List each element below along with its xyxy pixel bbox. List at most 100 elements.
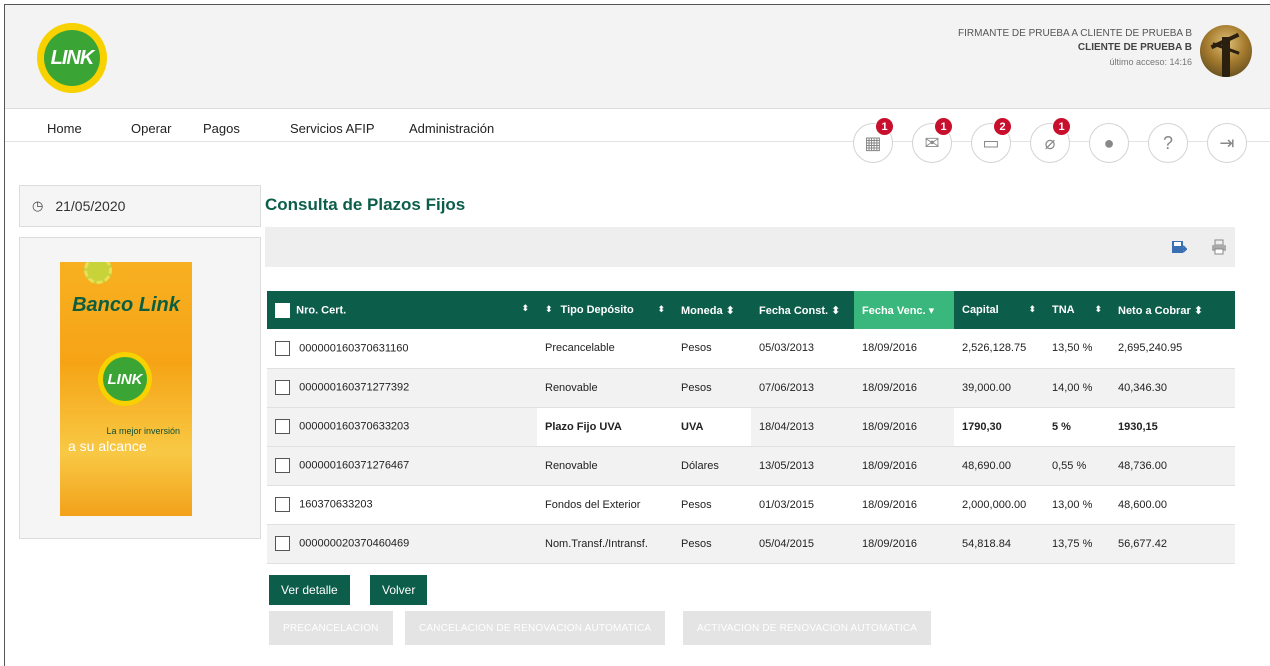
user-info: FIRMANTE DE PRUEBA A CLIENTE DE PRUEBA B… — [958, 27, 1192, 69]
precancelacion-button: PRECANCELACION — [269, 611, 393, 645]
help-icon[interactable]: ? — [1148, 123, 1188, 163]
cell-moneda: Dólares — [673, 446, 751, 486]
promo-brand: Banco Link — [72, 294, 180, 316]
cell-fecha-const: 01/03/2015 — [751, 485, 854, 525]
cell-text: 000000160370633203 — [299, 420, 410, 433]
sort-icon: ⬍ — [521, 302, 529, 313]
cell-cert: 000000160371277392 — [267, 368, 537, 408]
row-checkbox[interactable] — [275, 419, 290, 434]
calendar-badge: 1 — [875, 117, 894, 136]
user-icon-glyph: ● — [1103, 132, 1115, 153]
cell-text: 000000160371277392 — [299, 381, 410, 394]
col-fecha-venc[interactable]: Fecha Venc. ▾ — [854, 291, 954, 329]
cell-tna: 13,75 % — [1044, 524, 1110, 564]
cell-moneda: Pesos — [673, 368, 751, 408]
cell-tipo: Fondos del Exterior — [537, 485, 673, 525]
promo-banner[interactable]: Banco Link LINK La mejor inversión a su … — [60, 262, 192, 516]
promo-logo-text: LINK — [103, 357, 147, 401]
ver-detalle-button[interactable]: Ver detalle — [269, 575, 350, 605]
col-tna[interactable]: TNA ⬍ — [1044, 291, 1110, 329]
cell-neto: 40,346.30 — [1110, 368, 1235, 408]
link-logo-text: LINK — [44, 30, 100, 86]
page-title: Consulta de Plazos Fijos — [265, 195, 466, 214]
table-row[interactable]: 160370633203 Fondos del Exterior Pesos 0… — [267, 485, 1235, 525]
col-tipo-deposito[interactable]: ⬍ Tipo Depósito ⬍ — [537, 291, 673, 329]
calendar-icon[interactable]: ▦ 1 — [853, 117, 894, 163]
window-badge: 2 — [993, 117, 1012, 136]
main-nav: Home Operar Pagos Servicios AFIP Adminis… — [5, 109, 1270, 145]
cell-fecha-const: 07/06/2013 — [751, 368, 854, 408]
date-box: ◷ 21/05/2020 — [19, 185, 261, 227]
sort-icon: ⬍ — [1028, 304, 1036, 314]
col-label: TNA — [1052, 304, 1075, 316]
table-row[interactable]: 000000160371277392 Renovable Pesos 07/06… — [267, 368, 1235, 408]
cell-tipo: Nom.Transf./Intransf. — [537, 524, 673, 564]
current-date: 21/05/2020 — [55, 198, 126, 214]
save-export-icon[interactable] — [1169, 237, 1189, 257]
col-label: Nro. Cert. — [296, 303, 347, 316]
cell-moneda: Pesos — [673, 524, 751, 564]
calendar-icon-glyph: ▦ — [864, 132, 882, 153]
table-row[interactable]: 000000160371276467 Renovable Dólares 13/… — [267, 446, 1235, 486]
nav-administracion[interactable]: Administración — [409, 121, 494, 136]
mail-badge: 1 — [934, 117, 953, 136]
cell-fecha-const: 05/03/2013 — [751, 329, 854, 369]
cell-fecha-venc: 18/09/2016 — [854, 329, 954, 369]
col-fecha-const[interactable]: Fecha Const. ⬍ — [751, 291, 854, 329]
attachment-icon[interactable]: ⌀ 1 — [1030, 117, 1071, 163]
cell-fecha-venc: 18/09/2016 — [854, 368, 954, 408]
table-row[interactable]: 000000020370460469 Nom.Transf./Intransf.… — [267, 524, 1235, 564]
nav-operar[interactable]: Operar — [131, 121, 171, 136]
select-all-checkbox[interactable] — [275, 302, 290, 318]
user-icon[interactable]: ● — [1089, 123, 1129, 163]
print-icon[interactable] — [1209, 237, 1229, 257]
promo-logo: LINK — [98, 352, 152, 406]
sort-desc-icon: ▾ — [928, 304, 935, 317]
row-checkbox[interactable] — [275, 380, 290, 395]
deposits-table: Nro. Cert. ⬍ ⬍ Tipo Depósito ⬍ Moneda ⬍ Fec… — [267, 291, 1235, 564]
cell-cert: 000000160370631160 — [267, 329, 537, 369]
cell-cert: 000000160370633203 — [267, 407, 537, 447]
cell-neto: 56,677.42 — [1110, 524, 1235, 564]
col-nro-cert[interactable]: Nro. Cert. ⬍ — [267, 291, 537, 329]
promo-slogan-small: La mejor inversión — [106, 426, 180, 436]
help-icon-glyph: ? — [1162, 132, 1173, 153]
attachment-icon-glyph: ⌀ — [1044, 132, 1056, 153]
volver-button[interactable]: Volver — [370, 575, 428, 605]
cell-text: 000000160371276467 — [299, 459, 410, 472]
cell-cert: 000000020370460469 — [267, 524, 537, 564]
promo-panel: Banco Link LINK La mejor inversión a su … — [19, 237, 261, 539]
promo-slogan-large: a su alcance — [68, 438, 147, 454]
link-logo[interactable]: LINK — [37, 23, 107, 93]
row-checkbox[interactable] — [275, 497, 290, 512]
col-moneda[interactable]: Moneda ⬍ — [673, 291, 751, 329]
cell-neto: 48,600.00 — [1110, 485, 1235, 525]
cell-capital: 2,000,000.00 — [954, 485, 1044, 525]
table-row[interactable]: 000000160370633203 Plazo Fijo UVA UVA 18… — [267, 407, 1235, 447]
user-line: FIRMANTE DE PRUEBA A CLIENTE DE PRUEBA B — [958, 28, 1192, 39]
col-neto-cobrar[interactable]: Neto a Cobrar ⬍ — [1110, 291, 1235, 329]
window-icon[interactable]: ▭ 2 — [971, 117, 1012, 163]
row-checkbox[interactable] — [275, 340, 290, 356]
sort-icon: ⬍ — [657, 304, 665, 314]
cell-fecha-const: 05/04/2015 — [751, 524, 854, 564]
avatar[interactable] — [1200, 25, 1252, 77]
mail-icon[interactable]: ✉ 1 — [912, 117, 953, 163]
nav-servicios-afip[interactable]: Servicios AFIP — [290, 121, 375, 136]
table-row[interactable]: 000000160370631160 Precancelable Pesos 0… — [267, 329, 1235, 369]
cell-tna: 14,00 % — [1044, 368, 1110, 408]
nav-home[interactable]: Home — [47, 121, 82, 136]
toolbar — [265, 227, 1235, 267]
col-label: Fecha Const. — [759, 304, 829, 317]
cell-capital: 54,818.84 — [954, 524, 1044, 564]
nav-divider — [5, 141, 1270, 142]
col-capital[interactable]: Capital ⬍ — [954, 291, 1044, 329]
nav-pagos[interactable]: Pagos — [203, 121, 240, 136]
attachment-badge: 1 — [1052, 117, 1071, 136]
cell-moneda: Pesos — [673, 329, 751, 369]
row-checkbox[interactable] — [275, 458, 290, 473]
window-icon-glyph: ▭ — [982, 132, 1000, 153]
logout-icon[interactable]: ⇥ — [1207, 123, 1247, 163]
row-checkbox[interactable] — [275, 536, 290, 551]
client-name: CLIENTE DE PRUEBA B — [1077, 42, 1192, 53]
